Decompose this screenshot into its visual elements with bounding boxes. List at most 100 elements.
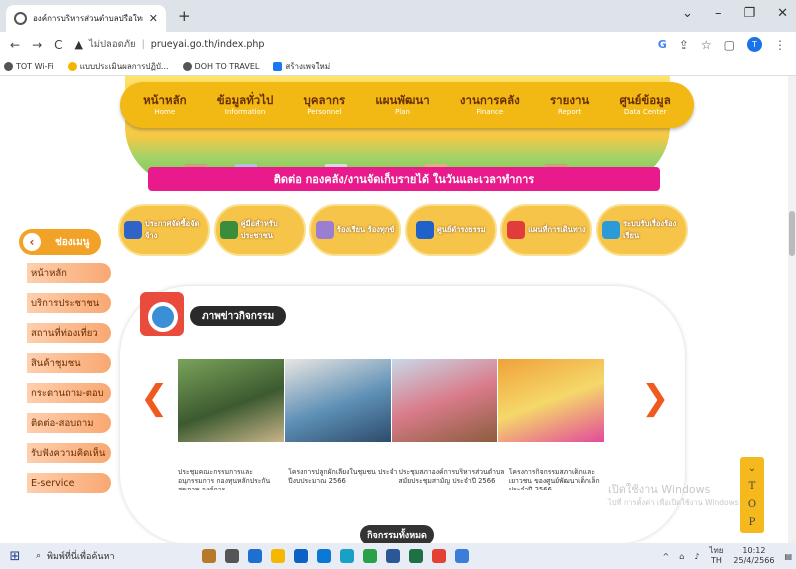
- edge-icon[interactable]: [248, 549, 262, 563]
- news-photo[interactable]: [391, 359, 498, 442]
- all-activities-button[interactable]: กิจกรรมทั้งหมด: [360, 525, 434, 543]
- bookmark-item[interactable]: แบบประเมินผลการปฏิบั...: [67, 60, 169, 73]
- reload-icon[interactable]: C: [54, 38, 62, 52]
- nav-finance[interactable]: งานการคลัง Finance: [456, 93, 524, 116]
- profile-avatar[interactable]: T: [747, 37, 762, 52]
- nav-information[interactable]: ข้อมูลทั่วไป Information: [213, 93, 278, 116]
- nav-personnel[interactable]: บุคลากร Personnel: [300, 93, 350, 116]
- nav-label: ข้อมูลทั่วไป: [216, 93, 274, 108]
- network-icon[interactable]: ⌂: [679, 552, 684, 561]
- news-title: ภาพข่าวกิจกรรม: [190, 306, 287, 326]
- tray-chevron-icon[interactable]: ^: [663, 552, 670, 561]
- carousel-prev-icon[interactable]: ❮: [140, 381, 169, 415]
- service-map[interactable]: แผนที่การเดินทาง: [500, 204, 593, 256]
- language-indicator[interactable]: ไทย TH: [709, 546, 723, 566]
- menu-kebab-icon[interactable]: ⋮: [774, 38, 786, 52]
- news-caption[interactable]: ประชุมคณะกรรมการและอนุกรรมการ กองทุนหลัก…: [178, 468, 287, 490]
- side-menu-header[interactable]: ‹ ช่องเมนู: [19, 229, 101, 255]
- nav-home[interactable]: หน้าหลัก Home: [139, 93, 191, 116]
- news-photo[interactable]: [284, 359, 391, 442]
- share-icon[interactable]: ⇪: [679, 38, 689, 52]
- bookmark-item[interactable]: DOH TO TRAVEL: [182, 61, 259, 71]
- bookmark-star-icon[interactable]: ☆: [701, 38, 712, 52]
- new-tab-icon[interactable]: +: [178, 7, 191, 25]
- browser-tab[interactable]: องค์การบริหารส่วนตำบลปรือใหญ่ อำเภ ✕: [6, 5, 166, 32]
- close-window-icon[interactable]: ✕: [777, 6, 788, 21]
- globe-icon: [4, 61, 13, 71]
- cortana-icon[interactable]: [202, 549, 216, 563]
- bookmark-item[interactable]: TOT Wi-Fi: [4, 61, 54, 71]
- restore-icon[interactable]: ❐: [743, 6, 755, 21]
- news-caption[interactable]: โครงการปลูกผักเลี้ยงในชุมชน ประจำปีงบประ…: [288, 468, 397, 490]
- file-explorer-icon[interactable]: [271, 549, 285, 563]
- edge-chromium-icon[interactable]: [340, 549, 354, 563]
- language-code: TH: [710, 556, 722, 565]
- nav-label: แผนพัฒนา: [375, 93, 430, 108]
- service-justice-center[interactable]: ศูนย์ดำรงธรรม: [404, 204, 497, 256]
- nav-label: ศูนย์ข้อมูล: [619, 93, 671, 108]
- nav-data-center[interactable]: ศูนย์ข้อมูล Data Center: [616, 93, 675, 116]
- minimize-icon[interactable]: –: [715, 6, 722, 21]
- word-icon[interactable]: [386, 549, 400, 563]
- windows-taskbar: ⊞ ⌕ พิมพ์ที่นี่เพื่อค้นหา ^ ⌂ ♪ ไทย TH 10…: [0, 543, 796, 569]
- side-panel-icon[interactable]: ▢: [724, 38, 735, 52]
- windows-start-icon[interactable]: ⊞: [0, 549, 30, 564]
- taskbar-search[interactable]: ⌕ พิมพ์ที่นี่เพื่อค้นหา: [30, 543, 166, 569]
- task-view-icon[interactable]: [225, 549, 239, 563]
- chrome-icon[interactable]: [432, 549, 446, 563]
- service-label: ระบบรับเรื่องร้องเรียน: [622, 219, 677, 240]
- service-complaint[interactable]: ร้องเรียน ร้องทุกข์: [309, 204, 402, 256]
- excel-icon[interactable]: [409, 549, 423, 563]
- side-item-community-products[interactable]: สินค้าชุมชน: [27, 353, 111, 373]
- nav-plan[interactable]: แผนพัฒนา Plan: [371, 93, 433, 116]
- nav-label: บุคลากร: [303, 93, 346, 108]
- service-manual[interactable]: คู่มือสำหรับประชาชน: [213, 204, 306, 256]
- nav-report[interactable]: รายงาน Report: [546, 93, 593, 116]
- side-item-attractions[interactable]: สถานที่ท่องเที่ยว: [27, 323, 111, 343]
- notification-icon[interactable]: ▤: [784, 552, 792, 561]
- forward-icon[interactable]: →: [32, 38, 42, 52]
- chevron-left-icon[interactable]: ‹: [23, 233, 41, 251]
- address-bar[interactable]: ▲ ไม่ปลอดภัย | prueyai.go.th/index.php: [75, 37, 646, 52]
- security-label: ไม่ปลอดภัย: [88, 39, 136, 50]
- warning-icon[interactable]: ▲: [75, 38, 83, 51]
- clock[interactable]: 10:12 25/4/2566: [733, 546, 774, 566]
- system-icon: [601, 221, 620, 239]
- book-icon: [219, 221, 238, 239]
- top-letter: O: [747, 499, 757, 510]
- google-translate-icon[interactable]: G: [658, 38, 667, 51]
- store-icon[interactable]: [294, 549, 308, 563]
- scrollbar-thumb[interactable]: [789, 211, 795, 256]
- time: 10:12: [742, 546, 766, 555]
- service-complaint-system[interactable]: ระบบรับเรื่องร้องเรียน: [595, 204, 688, 256]
- mail-icon[interactable]: [317, 549, 331, 563]
- side-item-contact[interactable]: ติดต่อ-สอบถาม: [27, 413, 111, 433]
- search-placeholder: พิมพ์ที่นี่เพื่อค้นหา: [47, 552, 115, 562]
- side-item-home[interactable]: หน้าหลัก: [27, 263, 111, 283]
- side-item-feedback[interactable]: รับฟังความคิดเห็น: [27, 443, 111, 463]
- top-letter: P: [748, 517, 756, 528]
- tab-search-chevron-icon[interactable]: ⌄: [682, 6, 693, 21]
- news-caption[interactable]: ประชุมสภาองค์การบริหารส่วนตำบล สมัยประชุ…: [399, 468, 508, 490]
- service-shortcuts: ประกาศจัดซื้อจัดจ้าง คู่มือสำหรับประชาชน…: [118, 204, 688, 256]
- volume-icon[interactable]: ♪: [694, 552, 699, 561]
- line-icon[interactable]: [363, 549, 377, 563]
- carousel-next-icon[interactable]: ❯: [641, 381, 670, 415]
- taskbar-apps: [202, 549, 469, 563]
- close-tab-icon[interactable]: ✕: [149, 12, 158, 25]
- side-item-e-service[interactable]: E-service: [27, 473, 111, 493]
- news-photo[interactable]: [178, 359, 284, 442]
- facebook-icon: [273, 61, 283, 71]
- service-procurement[interactable]: ประกาศจัดซื้อจัดจ้าง: [118, 204, 210, 256]
- photos-icon[interactable]: [455, 549, 469, 563]
- back-icon[interactable]: ←: [10, 38, 20, 52]
- side-item-citizen-services[interactable]: บริการประชาชน: [27, 293, 111, 313]
- bookmark-item[interactable]: สร้างเพจใหม่: [273, 60, 330, 73]
- side-item-qa-board[interactable]: กระดานถาม-ตอบ: [27, 383, 111, 403]
- map-pin-icon: [507, 221, 526, 239]
- page-scrollbar[interactable]: [788, 76, 796, 543]
- address-divider: |: [141, 39, 145, 50]
- back-to-top-button[interactable]: ⌄ T O P: [740, 457, 764, 533]
- news-photo[interactable]: [498, 359, 604, 442]
- news-caption[interactable]: โครงการกิจกรรมสภาเด็กและเยาวชน ของศูนย์พ…: [509, 468, 618, 490]
